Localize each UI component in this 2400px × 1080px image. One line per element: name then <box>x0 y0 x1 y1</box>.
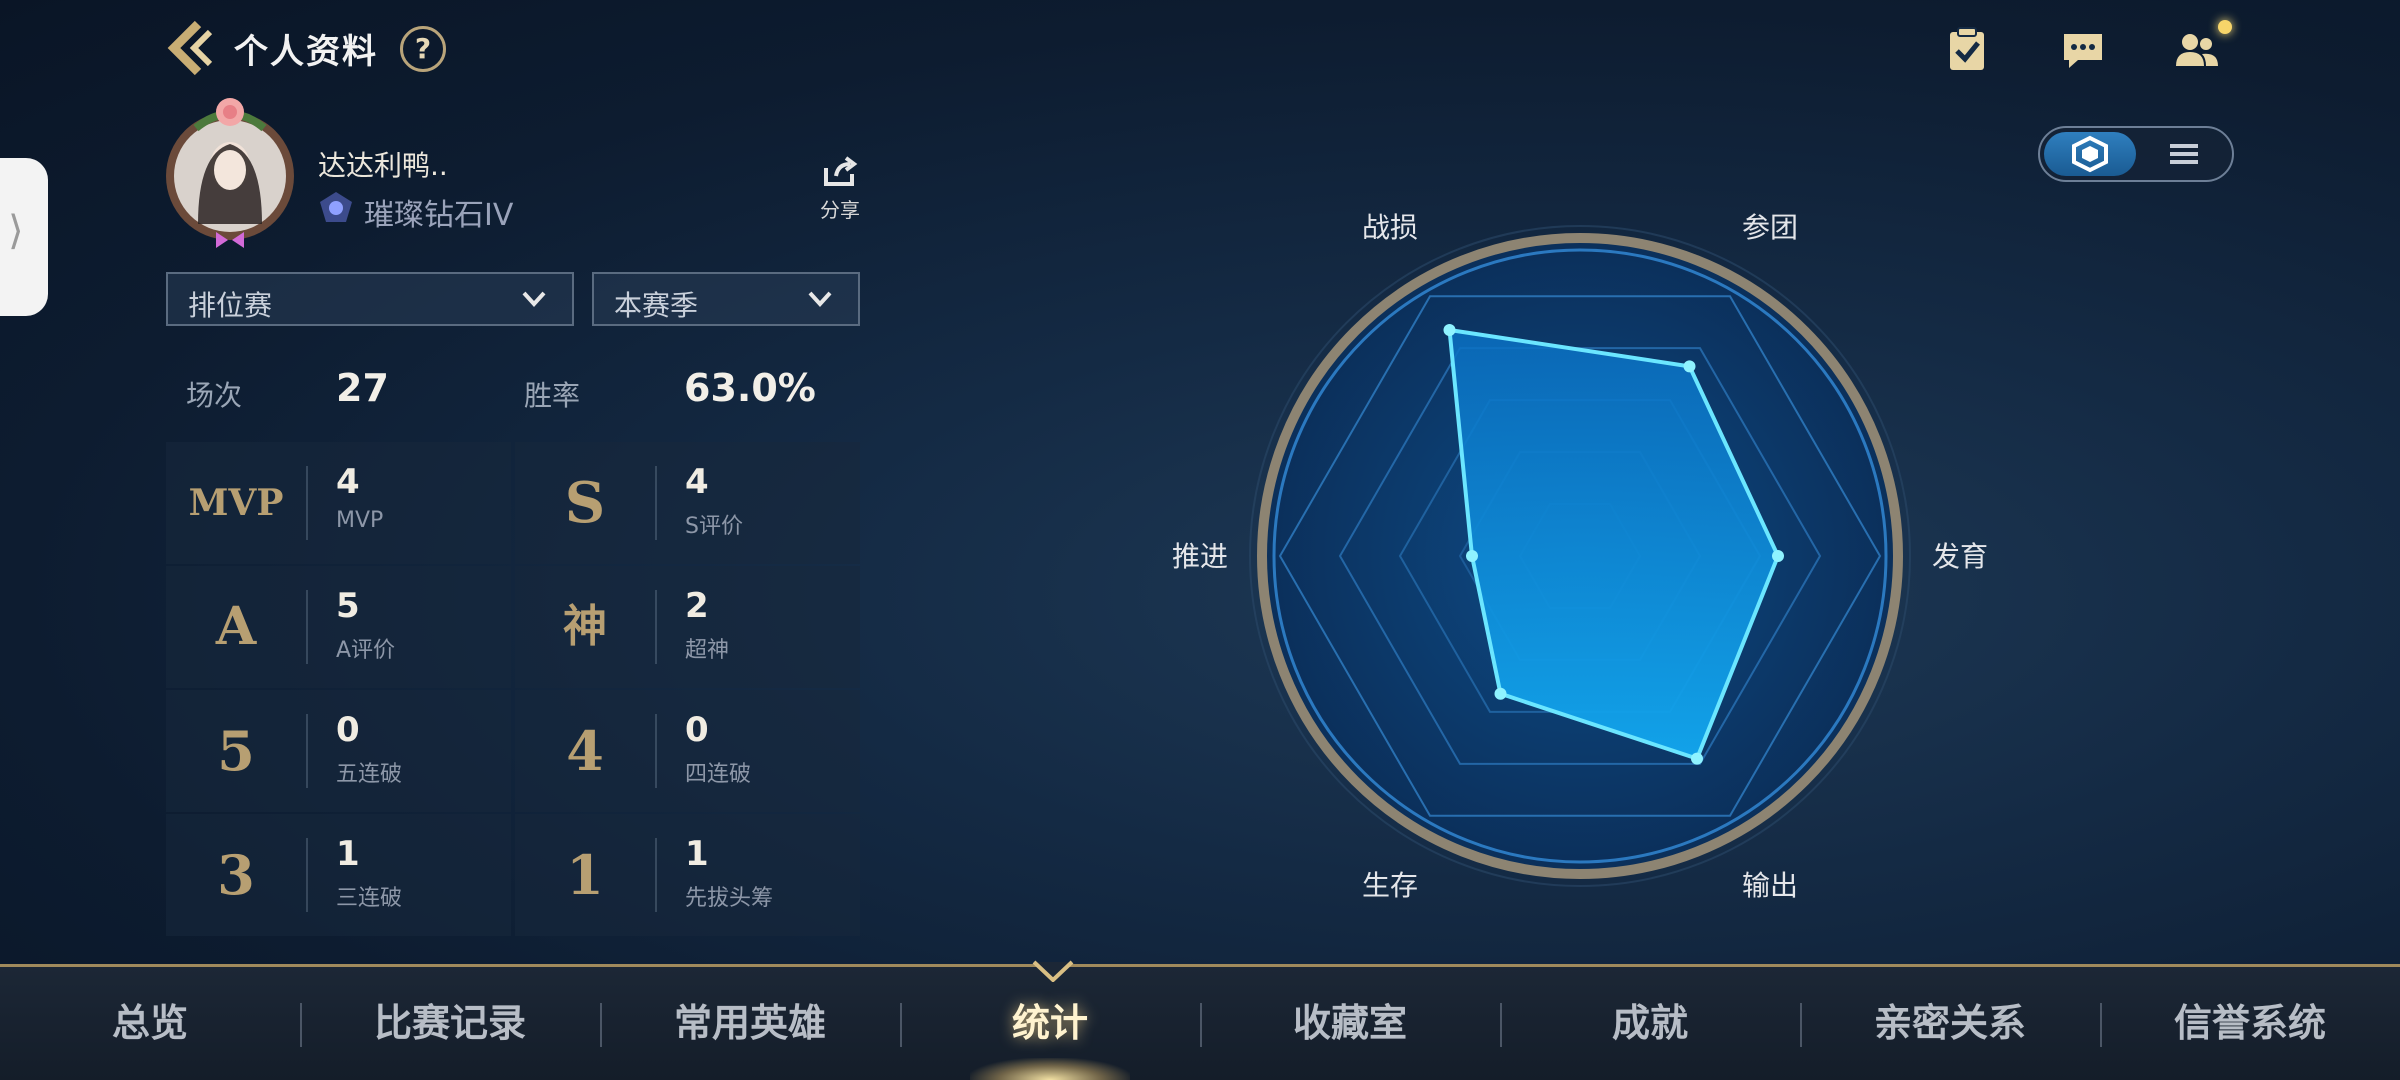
season-value: 本赛季 <box>614 289 699 322</box>
radar-axis-label: 战损 <box>1362 211 1418 244</box>
chevron-down-icon <box>522 291 546 307</box>
stat-label: 超神 <box>685 638 730 663</box>
winrate-label: 胜率 <box>524 379 581 412</box>
stat-cell-mvp: MVP 4 MVP <box>166 442 511 564</box>
mvp-badge: MVP <box>188 482 284 524</box>
stat-cell-a: A 5 A评价 <box>166 566 511 688</box>
stat-label: 四连破 <box>685 762 752 787</box>
radar-axis-label: 参团 <box>1742 211 1798 244</box>
username: 达达利鸭.. <box>318 149 448 182</box>
stat-value: 4 <box>685 462 709 502</box>
stat-cell-first-blood: 1 1 先拔头筹 <box>515 814 860 936</box>
ability-radar-chart: 战损 参团发育输出 生存 推进 <box>1172 211 1988 902</box>
radar-point <box>1772 550 1784 562</box>
tab-collection[interactable]: 收藏室 <box>1200 967 1500 1080</box>
match-mode-dropdown[interactable]: 排位赛 <box>166 272 574 326</box>
chevron-down-icon <box>808 291 832 307</box>
divider <box>306 714 308 788</box>
list-icon <box>2170 144 2198 164</box>
stat-cell-s: S 4 S评价 <box>515 442 860 564</box>
share-label: 分享 <box>820 198 860 222</box>
s-rating-badge: S <box>564 470 606 536</box>
tab-overview[interactable]: 总览 <box>0 967 300 1080</box>
tab-credit-system[interactable]: 信誉系统 <box>2100 967 2400 1080</box>
triple-kill-badge: 3 <box>217 843 255 907</box>
tab-match-history[interactable]: 比赛记录 <box>300 967 600 1080</box>
radar-point <box>1683 360 1696 373</box>
stat-value: 1 <box>336 834 360 874</box>
stat-cell-triple: 3 1 三连破 <box>166 814 511 936</box>
stat-label: 五连破 <box>336 762 403 787</box>
active-tab-glow <box>970 1058 1130 1080</box>
tab-intimacy[interactable]: 亲密关系 <box>1800 967 2100 1080</box>
stat-value: 2 <box>685 586 709 626</box>
divider <box>306 590 308 664</box>
stat-label: A评价 <box>336 638 396 663</box>
stats-grid: MVP 4 MVP S 4 S评价 A 5 A评价 神 2 超神 5 0 五连破… <box>166 442 860 936</box>
avatar[interactable] <box>158 94 302 250</box>
radar-axis-label: 发育 <box>1932 540 1988 573</box>
season-dropdown[interactable]: 本赛季 <box>592 272 860 326</box>
stat-cell-penta: 5 0 五连破 <box>166 690 511 812</box>
match-mode-value: 排位赛 <box>188 289 273 322</box>
penta-kill-badge: 5 <box>217 719 255 783</box>
radar-view-button[interactable] <box>2044 132 2136 176</box>
side-drawer-handle[interactable]: ⟩ <box>0 158 48 316</box>
tab-achievements[interactable]: 成就 <box>1500 967 1800 1080</box>
list-view-button[interactable] <box>2140 132 2228 176</box>
tab-common-heroes[interactable]: 常用英雄 <box>600 967 900 1080</box>
a-rating-badge: A <box>215 596 257 657</box>
stat-value: 0 <box>336 710 360 750</box>
radar-point <box>1494 687 1507 700</box>
rank-label: 璀璨钻石IV <box>364 198 514 233</box>
back-arrow-icon[interactable] <box>160 18 220 78</box>
task-checklist-icon[interactable] <box>1942 24 1992 74</box>
radar-axis-label: 生存 <box>1362 869 1418 902</box>
side-handle-chevron-icon: ⟩ <box>8 208 24 254</box>
winrate-value: 63.0% <box>684 366 816 410</box>
stat-label: S评价 <box>685 514 743 539</box>
stat-value: 0 <box>685 710 709 750</box>
stat-value: 1 <box>685 834 709 874</box>
stat-value: 4 <box>336 462 360 502</box>
matches-label: 场次 <box>186 379 243 412</box>
diamond-rank-icon <box>320 192 352 222</box>
bottom-tab-bar: 总览 比赛记录 常用英雄 统计 收藏室 成就 亲密关系 信誉系统 <box>0 964 2400 1080</box>
stat-label: 三连破 <box>336 886 403 911</box>
divider <box>306 466 308 540</box>
radar-point <box>1466 550 1478 562</box>
stat-label: MVP <box>336 508 384 533</box>
share-button[interactable]: 分享 <box>818 156 862 223</box>
chat-icon[interactable] <box>2058 24 2108 74</box>
stat-label: 先拔头筹 <box>685 886 774 911</box>
radar-point <box>1691 752 1703 765</box>
stat-cell-quadra: 4 0 四连破 <box>515 690 860 812</box>
divider <box>655 466 657 540</box>
share-icon <box>824 156 858 186</box>
legendary-badge: 神 <box>563 601 607 652</box>
quadra-kill-badge: 4 <box>566 719 604 783</box>
matches-value: 27 <box>336 366 389 410</box>
stat-cell-legendary: 神 2 超神 <box>515 566 860 688</box>
view-toggle[interactable] <box>2038 126 2234 182</box>
radar-axis-label: 推进 <box>1172 540 1228 573</box>
active-tab-indicator <box>1032 960 1074 982</box>
help-icon[interactable]: ? <box>400 26 446 72</box>
page-title: 个人资料 <box>234 32 378 72</box>
divider <box>655 590 657 664</box>
hexagon-icon <box>2072 135 2108 173</box>
radar-axis-label: 输出 <box>1742 869 1798 902</box>
first-blood-badge: 1 <box>566 843 604 907</box>
divider <box>306 838 308 912</box>
stat-value: 5 <box>336 586 360 626</box>
notification-dot <box>2218 20 2232 34</box>
radar-point <box>1443 323 1456 336</box>
divider <box>655 838 657 912</box>
friends-icon[interactable] <box>2172 24 2222 74</box>
divider <box>655 714 657 788</box>
